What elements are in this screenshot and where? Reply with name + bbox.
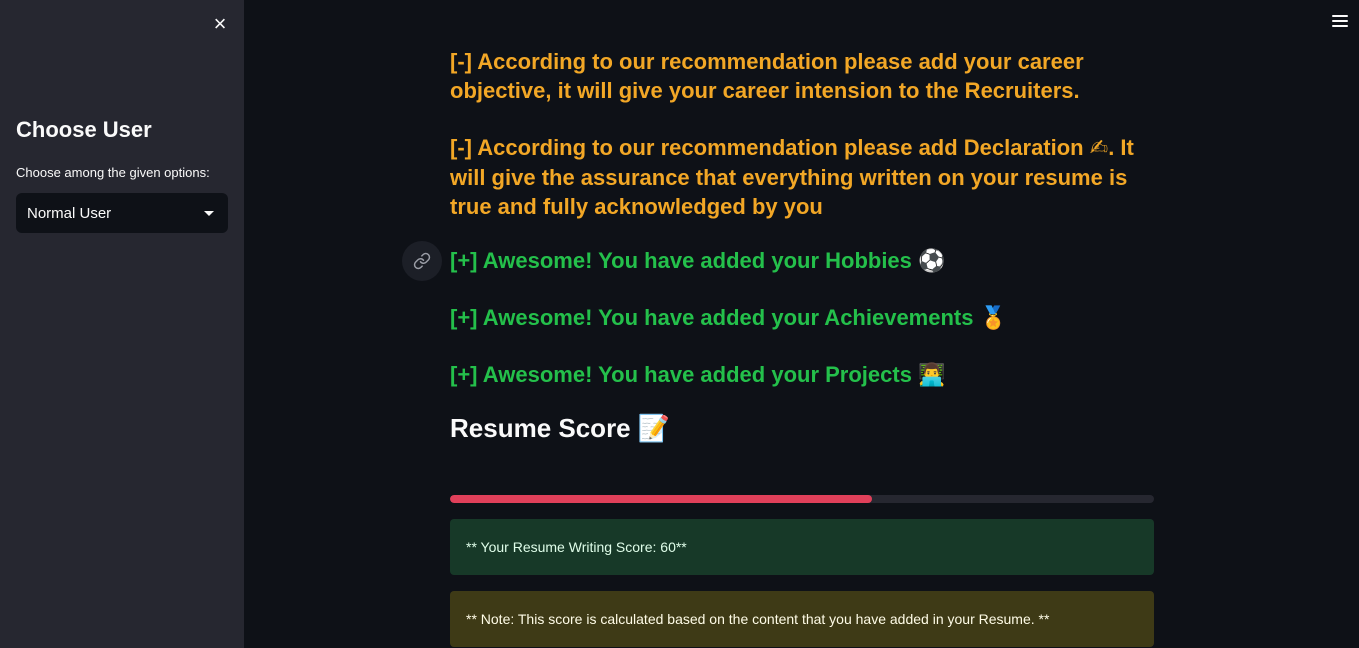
success-projects: [+] Awesome! You have added your Project… (450, 362, 946, 388)
sidebar: × Choose User Choose among the given opt… (0, 0, 244, 648)
select-label: Choose among the given options: (16, 165, 210, 180)
link-icon[interactable] (402, 241, 442, 281)
chevron-down-icon (204, 211, 214, 216)
sidebar-title: Choose User (16, 117, 152, 142)
medal-icon: 🏅 (979, 306, 1008, 331)
score-note-alert: ** Note: This score is calculated based … (450, 591, 1154, 647)
app-root: × Choose User Choose among the given opt… (0, 0, 1359, 648)
success-hobbies: [+] Awesome! You have added your Hobbies… (450, 248, 946, 274)
resume-score-heading: Resume Score 📝 (450, 413, 671, 444)
score-progress-bar (450, 495, 1154, 503)
select-value: Normal User (27, 205, 112, 222)
user-type-select[interactable]: Normal User (16, 193, 228, 233)
score-result-alert: ** Your Resume Writing Score: 60** (450, 519, 1154, 575)
score-progress-fill (450, 495, 873, 503)
recommendation-career-objective: [-] According to our recommendation plea… (450, 49, 1084, 103)
writing-hand-icon: ✍ (1089, 136, 1109, 161)
soccer-ball-icon: ⚽ (918, 249, 946, 274)
success-achievements: [+] Awesome! You have added your Achieve… (450, 305, 1008, 331)
hamburger-menu-icon[interactable] (1329, 12, 1351, 34)
close-icon[interactable]: × (208, 12, 232, 36)
memo-icon: 📝 (637, 414, 671, 444)
technologist-icon: 👨‍💻 (918, 363, 946, 388)
recommendation-declaration: [-] According to our recommendation plea… (450, 135, 1134, 219)
